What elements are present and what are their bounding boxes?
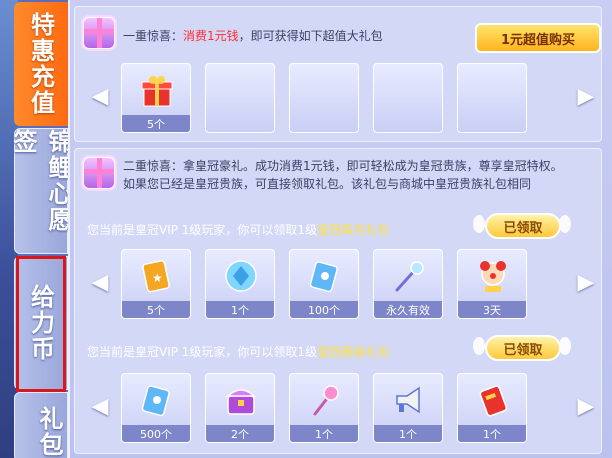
blue-ticket-icon [309, 261, 338, 293]
first-surprise-prefix: 一重惊喜： [123, 29, 184, 43]
item-slot-empty [289, 63, 359, 133]
item-count: 1个 [290, 425, 358, 442]
claimed-badge-monthly[interactable]: 已领取 [485, 213, 561, 239]
tab-koi-wish[interactable]: 锦鲤心愿签 [9, 128, 72, 254]
scroll-left-arrow-icon[interactable]: ◀ [91, 81, 109, 113]
pink-wand-icon [313, 385, 339, 416]
scroll-right-arrow-icon[interactable]: ▶ [577, 267, 595, 299]
item-count: 5个 [122, 301, 190, 318]
item-count: 永久有效 [374, 301, 442, 318]
section-first-surprise: 一重惊喜：消费1元钱，即可获得如下超值大礼包 1元超值购买 ◀ 5个 ▶ [74, 6, 602, 142]
buy-button[interactable]: 1元超值购买 [475, 23, 601, 53]
item-count: 1个 [206, 301, 274, 318]
scroll-left-arrow-icon[interactable]: ◀ [91, 267, 109, 299]
item-slot-empty [373, 63, 443, 133]
main-panel: 一重惊喜：消费1元钱，即可获得如下超值大礼包 1元超值购买 ◀ 5个 ▶ 二重惊… [68, 0, 612, 458]
scroll-right-arrow-icon[interactable]: ▶ [577, 81, 595, 113]
second-surprise-line2: 如果您已经是皇冠贵族，可直接领取礼包。该礼包与商城中皇冠贵族礼包相同 [123, 177, 532, 191]
item-slot[interactable]: 1个 [457, 373, 527, 443]
item-count: 5个 [122, 115, 190, 132]
gift-box-icon [83, 157, 115, 189]
item-count: 1个 [374, 425, 442, 442]
blue-ticket-icon [141, 385, 170, 417]
red-card-icon [479, 385, 508, 417]
megaphone-icon [396, 386, 420, 414]
item-count: 3天 [458, 301, 526, 318]
scroll-left-arrow-icon[interactable]: ◀ [91, 391, 109, 423]
item-slot[interactable]: 1个 [205, 249, 275, 319]
item-slot-empty [457, 63, 527, 133]
gold-card-icon: ★ [142, 260, 170, 293]
first-surprise-highlight: 消费1元钱 [183, 29, 239, 43]
wing-icon [559, 337, 571, 355]
clown-avatar-icon [480, 261, 506, 292]
monthly-pack-text: 您当前是皇冠VIP 1级玩家，你可以领取1级皇冠每月礼包 [87, 221, 389, 238]
magic-wand-icon [395, 261, 424, 292]
upgrade-pack-highlight: 皇冠晋级礼包 [317, 345, 390, 359]
item-slot[interactable]: 永久有效 [373, 249, 443, 319]
tab-special-recharge[interactable]: 特惠充值 [14, 2, 68, 126]
first-surprise-suffix: ，即可获得如下超值大礼包 [238, 29, 383, 43]
item-count: 100个 [290, 301, 358, 318]
purple-chest-icon [226, 389, 256, 415]
blue-gem-icon [225, 260, 257, 292]
annotation-highlight-box [16, 256, 66, 392]
first-item-row: ◀ 5个 ▶ [85, 63, 595, 135]
item-slot[interactable]: 100个 [289, 249, 359, 319]
item-slot[interactable]: 500个 [121, 373, 191, 443]
tab-gift-pack[interactable]: 礼包 [14, 392, 68, 458]
wing-icon [559, 215, 571, 233]
monthly-pack-highlight: 皇冠每月礼包 [317, 223, 390, 237]
monthly-item-row: ◀ ★ 5个 1个 100个 永久有效 3天 ▶ [85, 249, 595, 321]
item-slot[interactable]: 1个 [373, 373, 443, 443]
scroll-right-arrow-icon[interactable]: ▶ [577, 391, 595, 423]
item-slot[interactable]: 2个 [205, 373, 275, 443]
item-count: 500个 [122, 425, 190, 442]
upgrade-pack-prefix: 您当前是皇冠VIP 1级玩家，你可以领取1级 [87, 345, 318, 359]
second-surprise-line1: 二重惊喜：拿皇冠豪礼。成功消费1元钱，即可轻松成为皇冠贵族，尊享皇冠特权。 [123, 159, 563, 173]
svg-text:★: ★ [152, 271, 163, 285]
upgrade-item-row: ◀ 500个 2个 1个 1个 1个 ▶ [85, 373, 595, 445]
item-slot[interactable]: 5个 [121, 63, 191, 133]
wing-icon [473, 337, 485, 355]
item-slot-empty [205, 63, 275, 133]
section-second-surprise: 二重惊喜：拿皇冠豪礼。成功消费1元钱，即可轻松成为皇冠贵族，尊享皇冠特权。 如果… [74, 148, 602, 454]
gift-box-icon [83, 17, 115, 49]
claimed-badge-upgrade[interactable]: 已领取 [485, 335, 561, 361]
item-slot[interactable]: 1个 [289, 373, 359, 443]
item-count: 1个 [458, 425, 526, 442]
first-surprise-text: 一重惊喜：消费1元钱，即可获得如下超值大礼包 [123, 27, 383, 44]
wing-icon [473, 215, 485, 233]
item-slot[interactable]: 3天 [457, 249, 527, 319]
upgrade-pack-text: 您当前是皇冠VIP 1级玩家，你可以领取1级皇冠晋级礼包 [87, 343, 389, 360]
item-slot[interactable]: ★ 5个 [121, 249, 191, 319]
item-count: 2个 [206, 425, 274, 442]
monthly-pack-prefix: 您当前是皇冠VIP 1级玩家，你可以领取1级 [87, 223, 318, 237]
red-gift-box-icon [141, 76, 173, 107]
